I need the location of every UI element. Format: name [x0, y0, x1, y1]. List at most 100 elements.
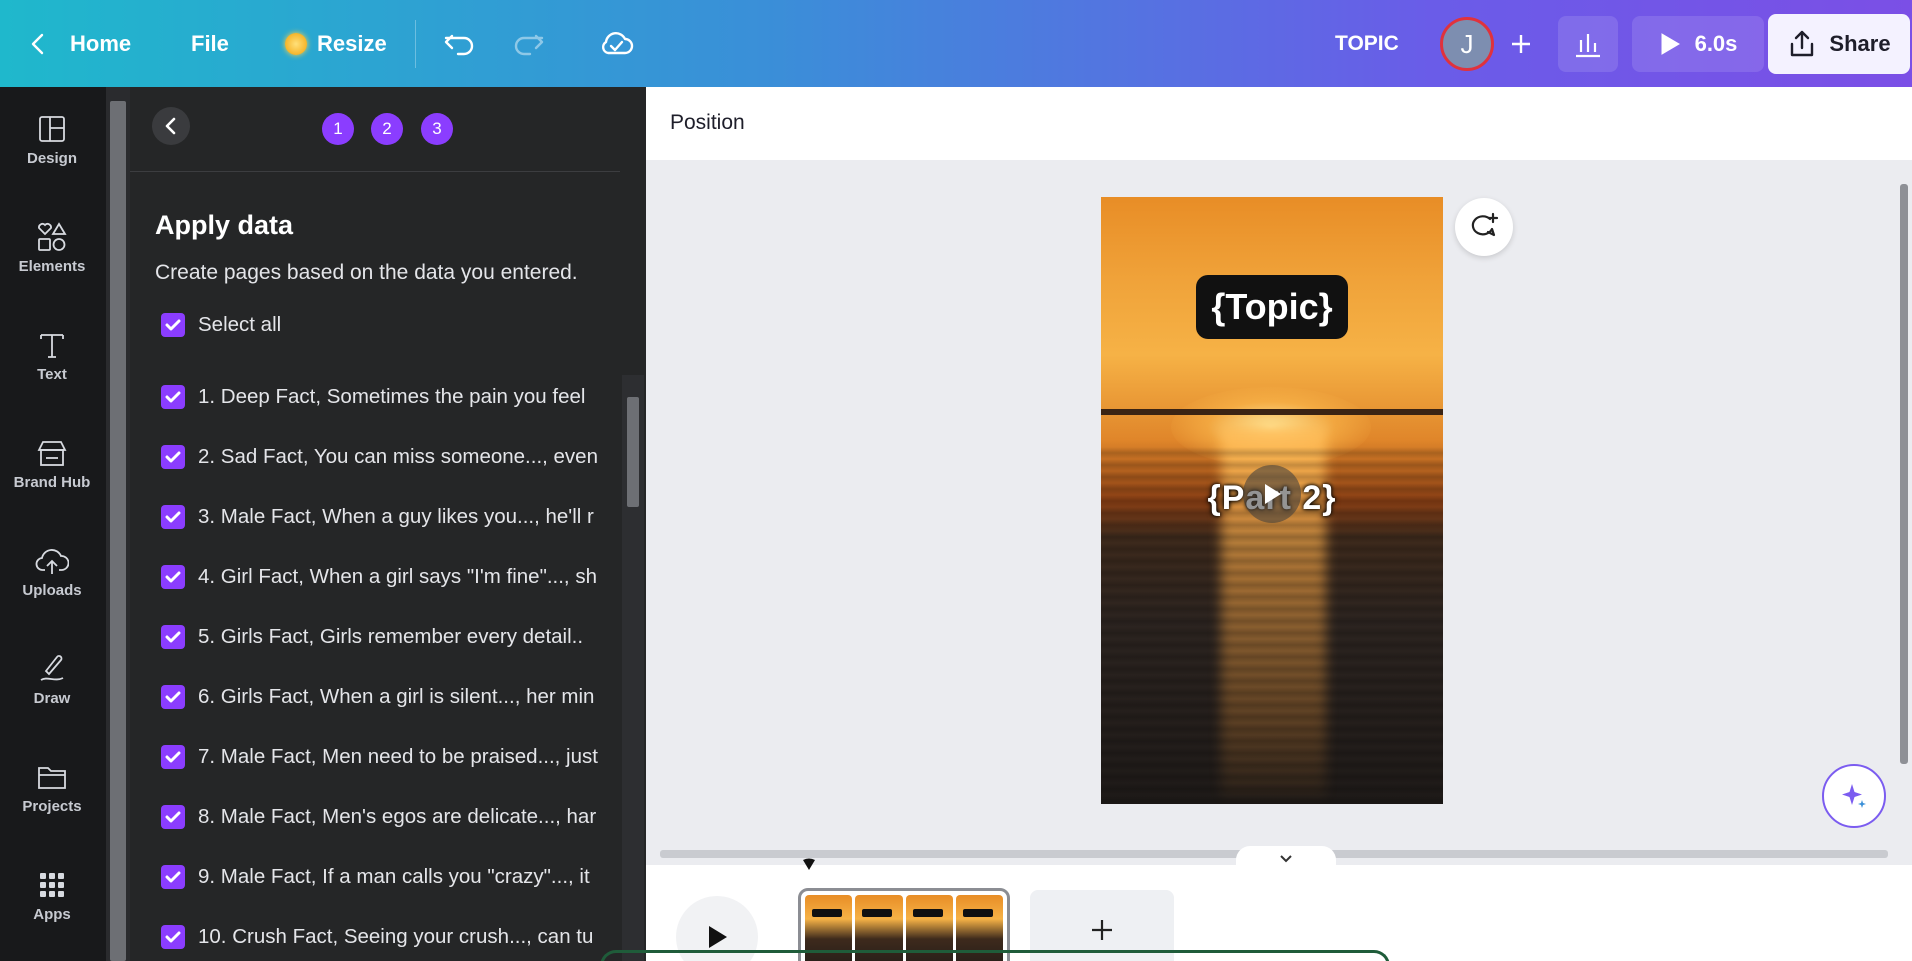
thumbnail-label [862, 909, 893, 917]
design-page[interactable]: {Topic} {Part 2} [1101, 197, 1443, 804]
rail-item-apps[interactable]: Apps [0, 851, 104, 941]
checkbox-checked[interactable] [161, 445, 185, 469]
check-icon [165, 751, 181, 763]
side-rail: Design Elements Text Brand Hub Uploads D… [0, 87, 106, 961]
list-scroll-thumb[interactable] [627, 397, 639, 507]
rail-label-elements: Elements [18, 257, 86, 275]
list-item[interactable]: 7. Male Fact, Men need to be praised...,… [161, 742, 616, 772]
check-icon [165, 571, 181, 583]
step-3[interactable]: 3 [421, 113, 453, 145]
redo-icon [514, 34, 544, 56]
list-item[interactable]: 1. Deep Fact, Sometimes the pain you fee… [161, 382, 616, 412]
panel-divider [130, 171, 620, 172]
list-item[interactable]: 8. Male Fact, Men's egos are delicate...… [161, 802, 616, 832]
canvas-vscroll-thumb[interactable] [1900, 184, 1908, 764]
rail-item-text[interactable]: Text [0, 311, 104, 401]
magic-assistant-button[interactable] [1822, 764, 1886, 828]
list-item-label: 5. Girls Fact, Girls remember every deta… [198, 625, 584, 648]
checkbox-checked[interactable] [161, 565, 185, 589]
position-button[interactable]: Position [670, 111, 745, 135]
avatar[interactable]: J [1440, 17, 1494, 71]
step-1-number: 1 [333, 119, 343, 138]
checkbox-checked[interactable] [161, 685, 185, 709]
checkbox-checked[interactable] [161, 313, 185, 337]
annotation-overlay [600, 950, 1390, 961]
list-item[interactable]: 2. Sad Fact, You can miss someone..., ev… [161, 442, 616, 472]
projects-icon [38, 766, 66, 789]
timeline-toggle-button[interactable] [1236, 846, 1336, 872]
list-item-label: 8. Male Fact, Men's egos are delicate...… [198, 805, 597, 828]
share-upload-icon [1791, 30, 1814, 57]
thumbnail-label [962, 909, 993, 917]
check-icon [165, 931, 181, 943]
select-all-checkbox[interactable]: Select all [161, 310, 616, 340]
check-icon [165, 691, 181, 703]
checkbox-checked[interactable] [161, 385, 185, 409]
list-item[interactable]: 5. Girls Fact, Girls remember every deta… [161, 622, 616, 652]
check-icon [165, 319, 181, 331]
thumbnail-label [912, 909, 943, 917]
invite-button[interactable] [1496, 18, 1546, 70]
share-button[interactable]: Share [1768, 14, 1910, 74]
uploads-icon [35, 548, 69, 574]
file-label: File [191, 31, 229, 56]
rail-label-apps: Apps [33, 905, 71, 923]
rail-item-projects[interactable]: Projects [0, 743, 104, 833]
video-play-button[interactable] [1243, 465, 1301, 523]
avatar-initial: J [1460, 28, 1474, 59]
playhead-marker[interactable] [802, 858, 816, 872]
home-label: Home [70, 31, 132, 56]
step-2[interactable]: 2 [371, 113, 403, 145]
undo-icon [444, 34, 474, 56]
list-item[interactable]: 4. Girl Fact, When a girl says "I'm fine… [161, 562, 616, 592]
chevron-left-icon [31, 33, 44, 55]
rail-scroll-thumb[interactable] [110, 101, 126, 961]
list-item-label: 3. Male Fact, When a guy likes you..., h… [198, 505, 594, 528]
rail-scrollbar[interactable] [106, 87, 130, 961]
home-button[interactable]: Home [28, 22, 131, 66]
add-comment-button[interactable] [1455, 198, 1513, 256]
document-title[interactable]: TOPIC [1335, 22, 1399, 66]
list-item[interactable]: 9. Male Fact, If a man calls you "crazy"… [161, 862, 616, 892]
cloud-save-button[interactable] [598, 22, 634, 66]
sparkle-icon [1842, 784, 1866, 808]
bar-chart-icon [1576, 34, 1600, 58]
play-icon [709, 926, 727, 948]
list-scrollbar[interactable] [622, 375, 644, 961]
rail-item-brand-hub[interactable]: Brand Hub [0, 419, 104, 509]
step-1[interactable]: 1 [322, 113, 354, 145]
top-toolbar: Home File Resize TOPIC J 6.0s Share [0, 0, 1912, 87]
resize-button[interactable]: Resize [285, 22, 387, 66]
topic-text: {Topic} [1211, 286, 1333, 327]
list-item-label: 6. Girls Fact, When a girl is silent...,… [198, 685, 595, 708]
checkbox-checked[interactable] [161, 925, 185, 949]
rail-item-uploads[interactable]: Uploads [0, 527, 104, 617]
comment-add-icon [1471, 212, 1499, 237]
context-toolbar: Position [646, 87, 1912, 160]
rail-item-design[interactable]: Design [0, 95, 104, 185]
checkbox-checked[interactable] [161, 625, 185, 649]
text-icon [40, 333, 64, 358]
plus-icon [1092, 920, 1112, 940]
checkbox-checked[interactable] [161, 865, 185, 889]
file-menu-button[interactable]: File [191, 22, 229, 66]
step-2-number: 2 [382, 119, 392, 138]
list-item[interactable]: 10. Crush Fact, Seeing your crush..., ca… [161, 922, 616, 952]
checkbox-checked[interactable] [161, 505, 185, 529]
checkbox-checked[interactable] [161, 745, 185, 769]
topic-text-box[interactable]: {Topic} [1196, 275, 1348, 339]
list-item[interactable]: 3. Male Fact, When a guy likes you..., h… [161, 502, 616, 532]
checkbox-checked[interactable] [161, 805, 185, 829]
canvas-vertical-scrollbar[interactable] [1898, 170, 1910, 835]
list-item-label: 7. Male Fact, Men need to be praised...,… [198, 745, 598, 768]
undo-button[interactable] [442, 22, 476, 66]
panel-back-button[interactable] [152, 107, 190, 145]
redo-button[interactable] [512, 22, 546, 66]
step-3-number: 3 [432, 119, 442, 138]
list-item[interactable]: 6. Girls Fact, When a girl is silent...,… [161, 682, 616, 712]
rail-item-draw[interactable]: Draw [0, 635, 104, 725]
insights-button[interactable] [1558, 16, 1618, 72]
present-play-button[interactable]: 6.0s [1632, 16, 1764, 72]
rail-item-elements[interactable]: Elements [0, 203, 104, 293]
resize-label: Resize [317, 31, 387, 56]
